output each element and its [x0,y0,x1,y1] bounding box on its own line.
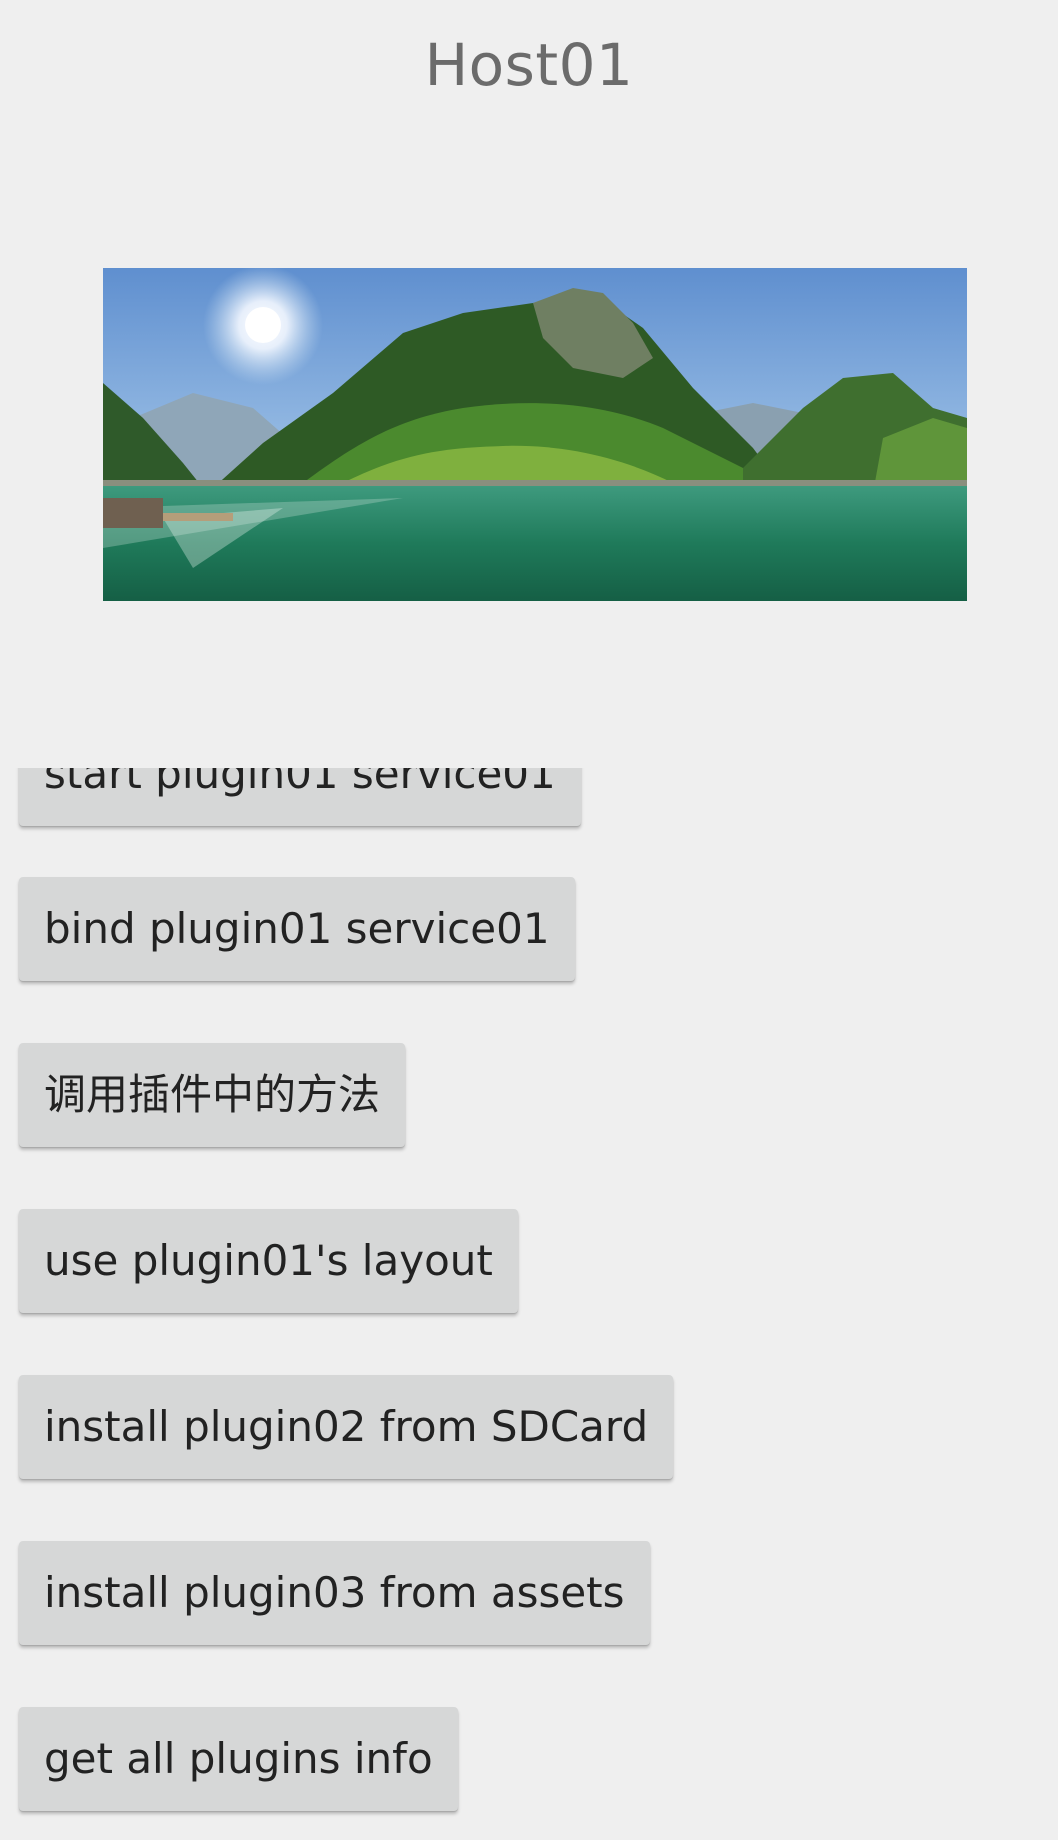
start-plugin01-service01-button[interactable]: start plugin01 service01 [19,768,581,826]
app-screen: Host01 start plugin01 service01 bind plu… [0,0,1058,1840]
landscape-banner-image [103,268,967,601]
install-plugin03-assets-button[interactable]: install plugin03 from assets [19,1541,650,1645]
bind-plugin01-service01-button[interactable]: bind plugin01 service01 [19,877,575,981]
call-plugin-method-button[interactable]: 调用插件中的方法 [19,1043,406,1147]
install-plugin02-sdcard-button[interactable]: install plugin02 from SDCard [19,1375,674,1479]
get-all-plugins-info-button[interactable]: get all plugins info [19,1707,458,1811]
action-button-list: start plugin01 service01 bind plugin01 s… [0,768,1058,1840]
use-plugin01-layout-button[interactable]: use plugin01's layout [19,1209,518,1313]
page-title: Host01 [424,31,634,99]
